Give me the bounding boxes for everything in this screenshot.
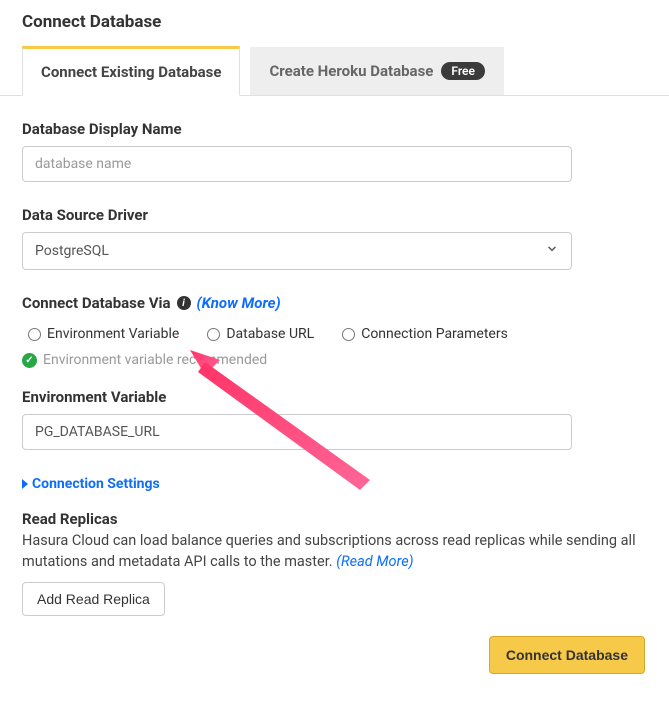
driver-value: PostgreSQL <box>35 243 109 259</box>
driver-select[interactable]: PostgreSQL <box>22 232 572 270</box>
tab-label: Connect Existing Database <box>41 63 221 81</box>
free-badge: Free <box>441 62 485 80</box>
radio-env-variable[interactable]: Environment Variable <box>28 326 179 342</box>
recommended-text: Environment variable recommended <box>43 352 267 368</box>
radio-label: Connection Parameters <box>361 326 508 342</box>
read-replicas-desc: Hasura Cloud can load balance queries an… <box>22 530 647 572</box>
display-name-input[interactable] <box>22 146 572 182</box>
read-more-link[interactable]: (Read More) <box>336 553 413 570</box>
radio-database-url[interactable]: Database URL <box>207 326 314 342</box>
display-name-label: Database Display Name <box>22 120 647 138</box>
radio-icon <box>342 328 355 341</box>
radio-label: Environment Variable <box>47 326 179 342</box>
connect-database-button[interactable]: Connect Database <box>489 636 645 674</box>
replicas-desc-text: Hasura Cloud can load balance queries an… <box>22 532 636 570</box>
tab-connect-existing[interactable]: Connect Existing Database <box>22 46 240 96</box>
caret-right-icon <box>22 479 28 489</box>
add-read-replica-button[interactable]: Add Read Replica <box>22 582 165 616</box>
recommended-note: ✓ Environment variable recommended <box>22 352 647 368</box>
driver-label: Data Source Driver <box>22 206 647 224</box>
tabs-row: Connect Existing Database Create Heroku … <box>0 46 669 96</box>
radio-connection-params[interactable]: Connection Parameters <box>342 326 508 342</box>
tab-create-heroku[interactable]: Create Heroku Database Free <box>250 47 504 95</box>
check-circle-icon: ✓ <box>22 353 37 368</box>
env-var-input[interactable] <box>22 414 572 450</box>
tab-label: Create Heroku Database <box>269 62 433 80</box>
connect-via-text: Connect Database Via <box>22 294 171 312</box>
radio-icon <box>207 328 220 341</box>
radio-label: Database URL <box>226 326 314 342</box>
info-icon: i <box>177 296 191 310</box>
env-var-label: Environment Variable <box>22 388 647 406</box>
connection-settings-toggle[interactable]: Connection Settings <box>22 476 647 492</box>
know-more-link[interactable]: (Know More) <box>197 294 281 312</box>
connect-via-label: Connect Database Via i (Know More) <box>22 294 647 312</box>
radio-icon <box>28 328 41 341</box>
page-title: Connect Database <box>0 0 669 46</box>
read-replicas-title: Read Replicas <box>22 510 647 528</box>
chevron-down-icon <box>545 242 559 260</box>
connection-settings-label: Connection Settings <box>32 476 160 492</box>
